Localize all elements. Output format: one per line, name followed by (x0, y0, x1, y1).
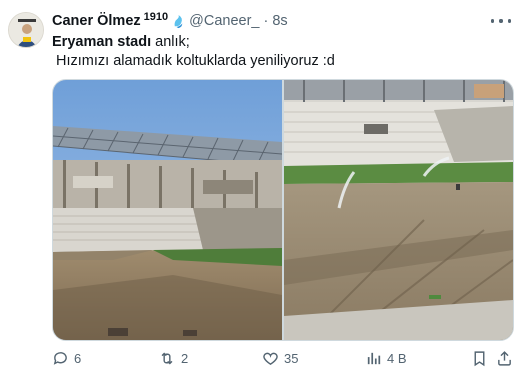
retweet-icon (161, 352, 173, 364)
tweet-text-line-2: Hızımızı alamadık koltuklarda yeniliyoru… (52, 53, 335, 69)
views-count: 4 B (387, 350, 407, 366)
header-separator: · (263, 13, 269, 29)
views-button[interactable]: 4 B (365, 349, 407, 367)
tweet-text-line-1: Eryaman stadı anlık; (52, 33, 335, 52)
bookmark-icon (474, 350, 485, 366)
author-display-name[interactable]: Caner Ölmez (52, 13, 141, 29)
reply-count: 6 (74, 350, 82, 366)
bookmark-button[interactable] (472, 349, 487, 367)
views-chart-icon (367, 352, 381, 364)
author-avatar[interactable] (8, 12, 44, 48)
tweet-timestamp[interactable]: 8s (272, 13, 287, 29)
heart-icon (263, 352, 278, 365)
reply-icon (53, 351, 67, 365)
retweet-count: 2 (181, 350, 189, 366)
stadium-photo-right[interactable] (284, 80, 513, 340)
share-button[interactable] (496, 349, 513, 367)
tweet-text: Eryaman stadı anlık; Hızımızı alamadık k… (52, 33, 335, 71)
water-drop-emoji-icon (171, 14, 186, 29)
more-options-icon[interactable] (491, 14, 511, 28)
tweet-card[interactable]: Caner Ölmez 1910 @Caneer_ · 8s Eryaman s… (0, 0, 523, 367)
tweet-actions: 6 2 35 4 B (52, 348, 514, 367)
tweet-media[interactable] (52, 79, 514, 341)
stadium-photo-left[interactable] (53, 80, 282, 340)
share-icon (498, 350, 511, 366)
author-name-suffix: 1910 (143, 11, 169, 23)
like-count: 35 (284, 350, 299, 366)
reply-button[interactable]: 6 (52, 349, 81, 367)
like-button[interactable]: 35 (262, 349, 298, 367)
tweet-text-line-1-rest: anlık; (151, 34, 190, 50)
tweet-text-bold: Eryaman stadı (52, 34, 152, 50)
retweet-button[interactable]: 2 (158, 349, 188, 367)
tweet-header: Caner Ölmez 1910 @Caneer_ · 8s (52, 11, 288, 31)
author-handle[interactable]: @Caneer_ (189, 13, 259, 29)
